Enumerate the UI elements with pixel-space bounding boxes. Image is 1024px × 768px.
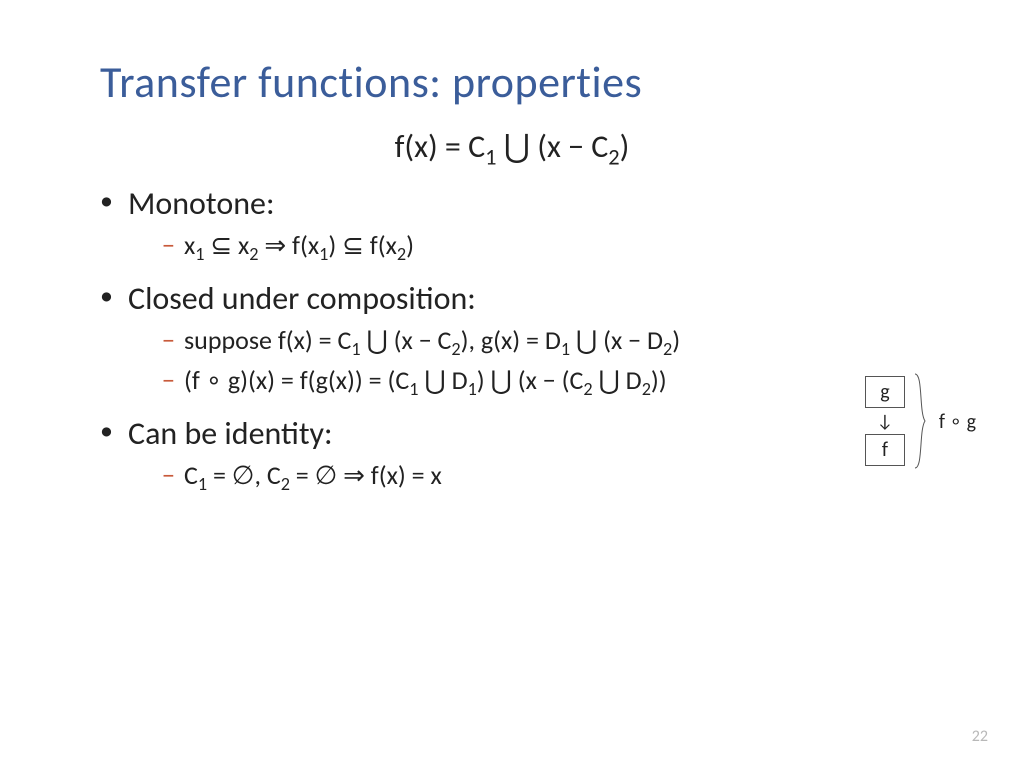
sub-item: C1 = ∅, C2 = ∅ ⇒ f(x) = x bbox=[162, 459, 954, 491]
bullet-label: Closed under composition: bbox=[128, 279, 476, 318]
bullet-label: Can be identity: bbox=[128, 414, 333, 453]
slide: Transfer functions: properties f(x) = C1… bbox=[0, 0, 1024, 768]
bullet-item: Monotone: x1 ⊆ x2 ⇒ f(x1) ⊆ f(x2) bbox=[100, 184, 954, 261]
sub-item: suppose f(x) = C1 ⋃ (x − C2), g(x) = D1 … bbox=[162, 324, 954, 356]
page-number: 22 bbox=[972, 727, 988, 746]
bullet-item: Closed under composition: suppose f(x) =… bbox=[100, 279, 954, 396]
sub-item: x1 ⊆ x2 ⇒ f(x1) ⊆ f(x2) bbox=[162, 229, 954, 261]
composition-diagram: g ↓ f f ∘ g bbox=[865, 372, 976, 470]
sub-list: x1 ⊆ x2 ⇒ f(x1) ⊆ f(x2) bbox=[162, 229, 954, 261]
sub-list: C1 = ∅, C2 = ∅ ⇒ f(x) = x bbox=[162, 459, 954, 491]
diagram-box-f: f bbox=[865, 434, 905, 466]
sub-list: suppose f(x) = C1 ⋃ (x − C2), g(x) = D1 … bbox=[162, 324, 954, 396]
diagram-column: g ↓ f bbox=[865, 376, 905, 466]
bullet-label: Monotone: bbox=[128, 184, 275, 223]
slide-title: Transfer functions: properties bbox=[100, 55, 954, 109]
brace-icon bbox=[913, 372, 927, 470]
brace-label: f ∘ g bbox=[939, 409, 976, 434]
bullet-list: Monotone: x1 ⊆ x2 ⇒ f(x1) ⊆ f(x2) Closed… bbox=[100, 184, 954, 491]
formula: f(x) = C1 ⋃ (x − C2) bbox=[70, 127, 954, 166]
diagram-box-g: g bbox=[865, 376, 905, 408]
sub-item: (f ∘ g)(x) = f(g(x)) = (C1 ⋃ D1) ⋃ (x − … bbox=[162, 364, 954, 396]
arrow-down-icon: ↓ bbox=[877, 412, 893, 430]
bullet-item: Can be identity: C1 = ∅, C2 = ∅ ⇒ f(x) =… bbox=[100, 414, 954, 491]
